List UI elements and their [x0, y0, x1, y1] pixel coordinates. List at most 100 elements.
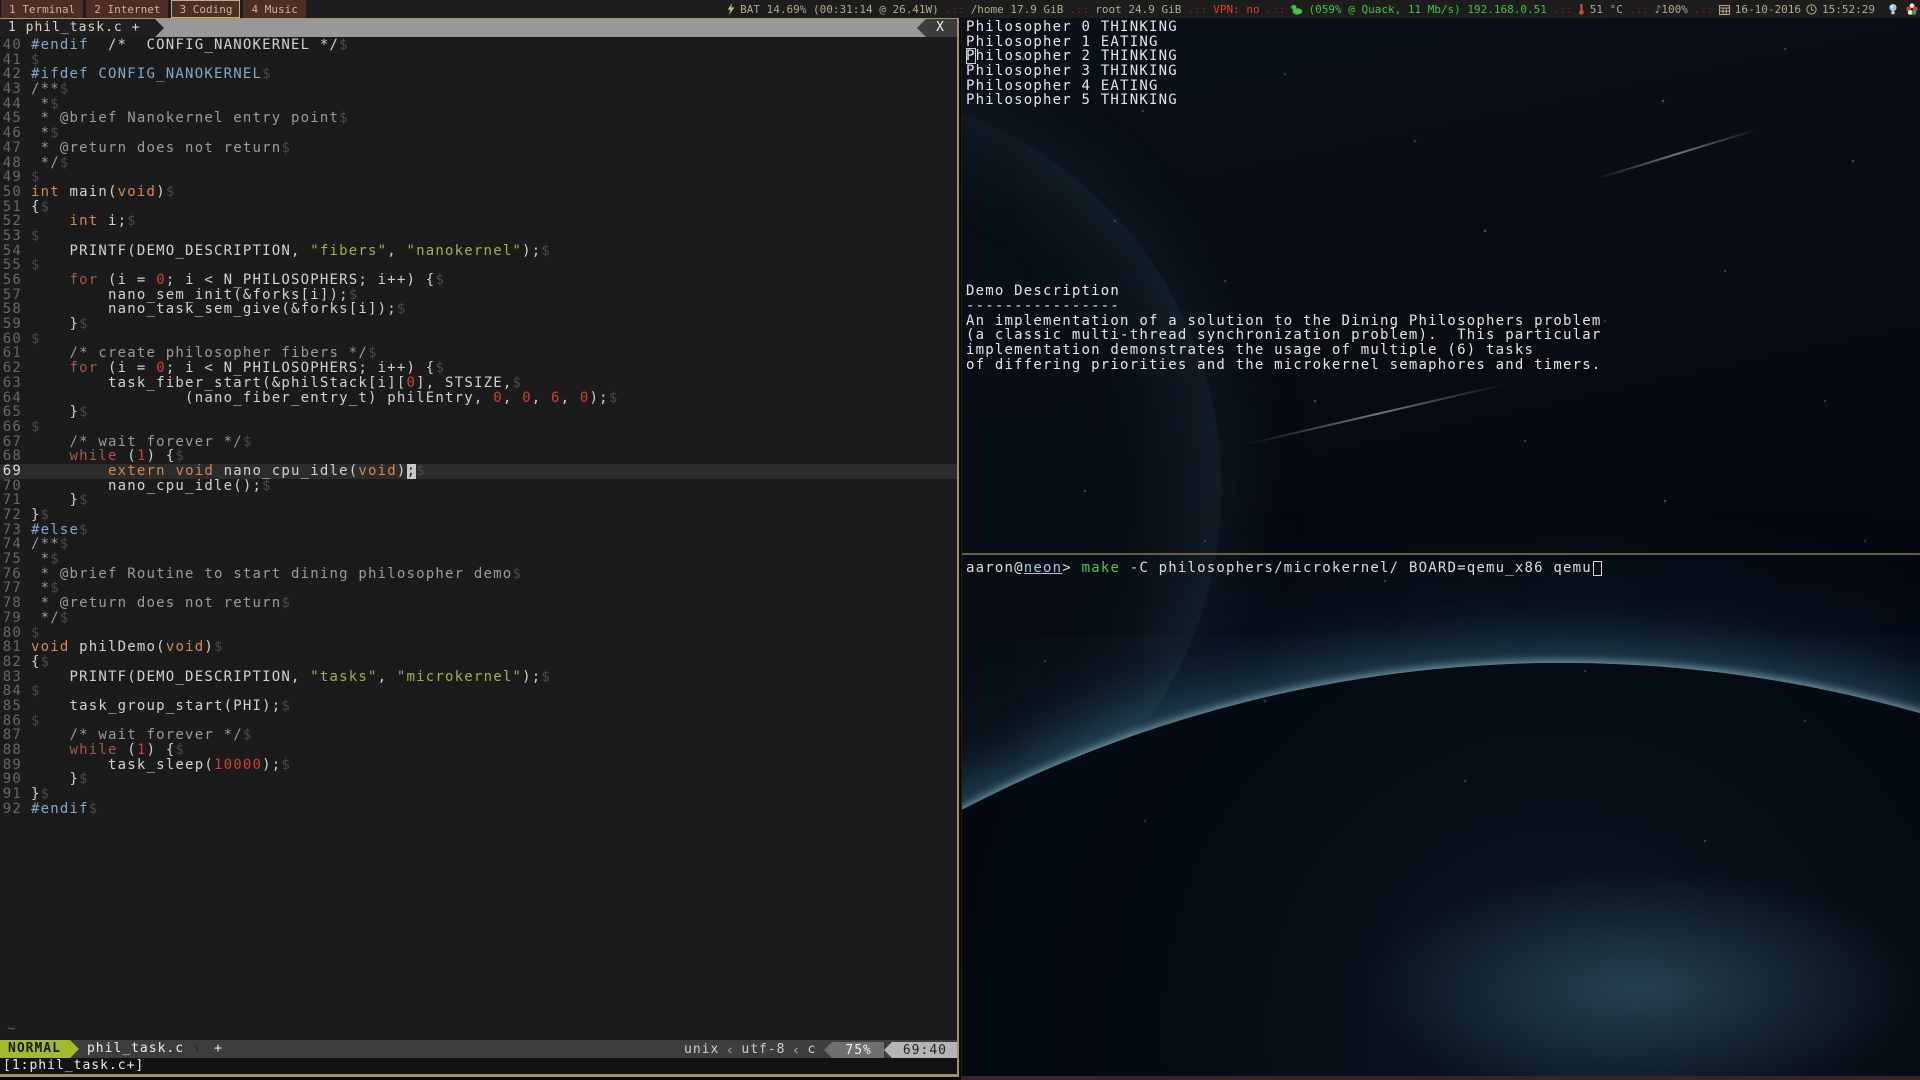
- code-token: nano_sem_init(&forks[i]);: [31, 288, 349, 303]
- code-line[interactable]: 54 PRINTF(DEMO_DESCRIPTION, "fibers", "n…: [0, 244, 957, 259]
- code-line[interactable]: 80$: [0, 626, 957, 641]
- code-line[interactable]: 52 int i;$: [0, 214, 957, 229]
- shell-prompt[interactable]: aaron@neon> make -C philosophers/microke…: [966, 560, 1920, 576]
- code-line[interactable]: 64 (nano_fiber_entry_t) philEntry, 0, 0,…: [0, 391, 957, 406]
- code-line[interactable]: 83 PRINTF(DEMO_DESCRIPTION, "tasks", "mi…: [0, 670, 957, 685]
- code-token: (: [118, 743, 137, 758]
- code-line[interactable]: 45 * @brief Nanokernel entry point$: [0, 111, 957, 126]
- line-number: 50: [0, 185, 31, 200]
- code-line[interactable]: 57 nano_sem_init(&forks[i]);$: [0, 288, 957, 303]
- code-line[interactable]: 65 }$: [0, 405, 957, 420]
- code-token: 6: [551, 391, 561, 406]
- code-line[interactable]: 66$: [0, 420, 957, 435]
- code-line[interactable]: 81void philDemo(void)$: [0, 640, 957, 655]
- code-line[interactable]: 63 task_fiber_start(&philStack[i][0], ST…: [0, 376, 957, 391]
- code-line[interactable]: 73#else$: [0, 523, 957, 538]
- code-line[interactable]: 49$: [0, 170, 957, 185]
- code-line[interactable]: 67 /* wait forever */$: [0, 435, 957, 450]
- code-token: while: [70, 743, 118, 758]
- vim-empty-line-marker: ~: [7, 1021, 15, 1037]
- code-line[interactable]: 88 while (1) {$: [0, 743, 957, 758]
- code-line[interactable]: 53$: [0, 229, 957, 244]
- code-line[interactable]: 68 while (1) {$: [0, 449, 957, 464]
- code-token: PRINTF(DEMO_DESCRIPTION,: [31, 670, 310, 685]
- tmux-statusline[interactable]: [1:phil_task.c+]: [0, 1058, 957, 1074]
- vim-window[interactable]: 1 phil_task.c + X 40#endif /* CONFIG_NAN…: [0, 18, 959, 1077]
- code-line[interactable]: 87 /* wait forever */$: [0, 728, 957, 743]
- code-token: "nanokernel": [407, 244, 523, 259]
- line-number: 69: [0, 464, 31, 479]
- lightbulb-icon[interactable]: [1887, 3, 1899, 15]
- line-number: 43: [0, 82, 31, 97]
- workspace-button-music[interactable]: 4 Music: [243, 0, 305, 18]
- system-tray[interactable]: [1885, 3, 1920, 15]
- statusline-fileformat: unix: [684, 1042, 719, 1057]
- code-line[interactable]: 76 * @brief Routine to start dining phil…: [0, 567, 957, 582]
- code-line[interactable]: 48 */$: [0, 156, 957, 171]
- lightning-icon: [727, 3, 735, 15]
- vim-code-area[interactable]: 40#endif /* CONFIG_NANOKERNEL */$41$42#i…: [0, 38, 957, 816]
- code-line[interactable]: 77 *$: [0, 581, 957, 596]
- vim-tab-phil-task[interactable]: 1 phil_task.c +: [0, 19, 155, 37]
- code-line[interactable]: 75 *$: [0, 552, 957, 567]
- workspace-switcher[interactable]: 1 Terminal2 Internet3 Coding4 Music: [0, 0, 309, 18]
- code-line[interactable]: 55$: [0, 258, 957, 273]
- terminal-window[interactable]: Philosopher 0 THINKINGPhilosopher 1 EATI…: [961, 18, 1920, 1080]
- workspace-button-coding[interactable]: 3 Coding: [171, 0, 240, 18]
- code-line[interactable]: 85 task_group_start(PHI);$: [0, 699, 957, 714]
- code-line[interactable]: 74/**$: [0, 537, 957, 552]
- code-line[interactable]: 71 }$: [0, 493, 957, 508]
- qemu-output-pane[interactable]: Philosopher 0 THINKINGPhilosopher 1 EATI…: [966, 20, 1920, 551]
- code-line[interactable]: 78 * @return does not return$: [0, 596, 957, 611]
- code-line[interactable]: 56 for (i = 0; i < N_PHILOSOPHERS; i++) …: [0, 273, 957, 288]
- code-token: $: [31, 714, 41, 729]
- code-line[interactable]: 40#endif /* CONFIG_NANOKERNEL */$: [0, 38, 957, 53]
- code-token: $: [435, 361, 445, 376]
- code-token: 1: [137, 743, 147, 758]
- code-line[interactable]: 89 task_sleep(10000);$: [0, 758, 957, 773]
- code-line[interactable]: 62 for (i = 0; i < N_PHILOSOPHERS; i++) …: [0, 361, 957, 376]
- code-token: $: [127, 214, 137, 229]
- code-line[interactable]: 46 *$: [0, 126, 957, 141]
- code-line[interactable]: 92#endif$: [0, 802, 957, 817]
- updates-icon[interactable]: [1906, 3, 1918, 15]
- code-line[interactable]: 44 *$: [0, 97, 957, 112]
- workspace-button-terminal[interactable]: 1 Terminal: [1, 0, 83, 18]
- code-line[interactable]: 41$: [0, 53, 957, 68]
- line-number: 73: [0, 523, 31, 538]
- code-token: #endif: [31, 802, 89, 817]
- code-line[interactable]: 50int main(void)$: [0, 185, 957, 200]
- code-token: );: [262, 758, 281, 773]
- terminal-output-line: Philosopher 5 THINKING: [966, 93, 1920, 108]
- code-token: );: [522, 244, 541, 259]
- code-line[interactable]: 51{$: [0, 200, 957, 215]
- terminal-output-line: (a classic multi-thread synchronization …: [966, 328, 1920, 343]
- pane-divider[interactable]: [962, 553, 1920, 555]
- code-line[interactable]: 69 extern void nano_cpu_idle(void);$: [0, 464, 957, 479]
- code-line[interactable]: 42#ifdef CONFIG_NANOKERNEL$: [0, 67, 957, 82]
- workspace-button-internet[interactable]: 2 Internet: [86, 0, 168, 18]
- code-line[interactable]: 79 */$: [0, 611, 957, 626]
- shell-pane[interactable]: aaron@neon> make -C philosophers/microke…: [966, 560, 1920, 1076]
- code-line[interactable]: 72}$: [0, 508, 957, 523]
- code-line[interactable]: 82{$: [0, 655, 957, 670]
- status-text: .::: [1553, 3, 1573, 16]
- code-line[interactable]: 91}$: [0, 787, 957, 802]
- code-line[interactable]: 90 }$: [0, 772, 957, 787]
- code-line[interactable]: 60$: [0, 332, 957, 347]
- tab-close-button[interactable]: X: [926, 19, 957, 37]
- code-line[interactable]: 70 nano_cpu_idle();$: [0, 479, 957, 494]
- code-line[interactable]: 43/**$: [0, 82, 957, 97]
- code-token: 0: [156, 361, 166, 376]
- code-line[interactable]: 47 * @return does not return$: [0, 141, 957, 156]
- code-line[interactable]: 58 nano_task_sem_give(&forks[i]);$: [0, 302, 957, 317]
- code-token: philDemo(: [70, 640, 166, 655]
- line-number: 56: [0, 273, 31, 288]
- code-token: $: [512, 567, 522, 582]
- code-line[interactable]: 61 /* create philosopher fibers */$: [0, 346, 957, 361]
- code-line[interactable]: 59 }$: [0, 317, 957, 332]
- code-line[interactable]: 86$: [0, 714, 957, 729]
- code-token: ): [156, 185, 166, 200]
- code-line[interactable]: 84$: [0, 684, 957, 699]
- code-token: $: [31, 332, 41, 347]
